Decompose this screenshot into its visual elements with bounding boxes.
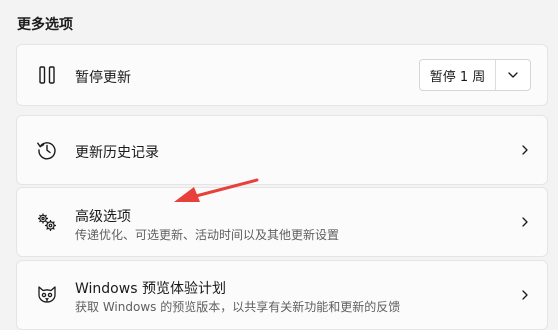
chevron-right-icon	[522, 290, 528, 300]
pause-updates-card: 暂停更新 暂停 1 周	[16, 44, 548, 106]
history-icon	[36, 139, 58, 161]
insider-cat-icon	[36, 284, 58, 306]
gears-icon	[36, 211, 58, 233]
pause-duration-value[interactable]: 暂停 1 周	[420, 60, 496, 90]
insider-program-card[interactable]: Windows 预览体验计划 获取 Windows 的预览版本，以共享有关新功能…	[16, 260, 548, 330]
pause-updates-label: 暂停更新	[75, 70, 131, 86]
chevron-right-icon	[522, 217, 528, 227]
update-history-label: 更新历史记录	[75, 145, 159, 161]
chevron-right-icon	[522, 145, 528, 155]
chevron-down-icon[interactable]	[496, 60, 530, 90]
pause-duration-dropdown[interactable]: 暂停 1 周	[419, 59, 531, 91]
insider-program-description: 获取 Windows 的预览版本，以共享有关新功能和更新的反馈	[75, 300, 401, 314]
insider-program-label: Windows 预览体验计划	[75, 281, 226, 297]
advanced-options-description: 传递优化、可选更新、活动时间以及其他更新设置	[75, 228, 340, 242]
update-history-card[interactable]: 更新历史记录	[16, 115, 548, 185]
advanced-options-card[interactable]: 高级选项 传递优化、可选更新、活动时间以及其他更新设置	[16, 187, 548, 257]
advanced-options-label: 高级选项	[75, 209, 131, 225]
section-title: 更多选项	[17, 17, 73, 33]
pause-icon	[36, 64, 58, 86]
